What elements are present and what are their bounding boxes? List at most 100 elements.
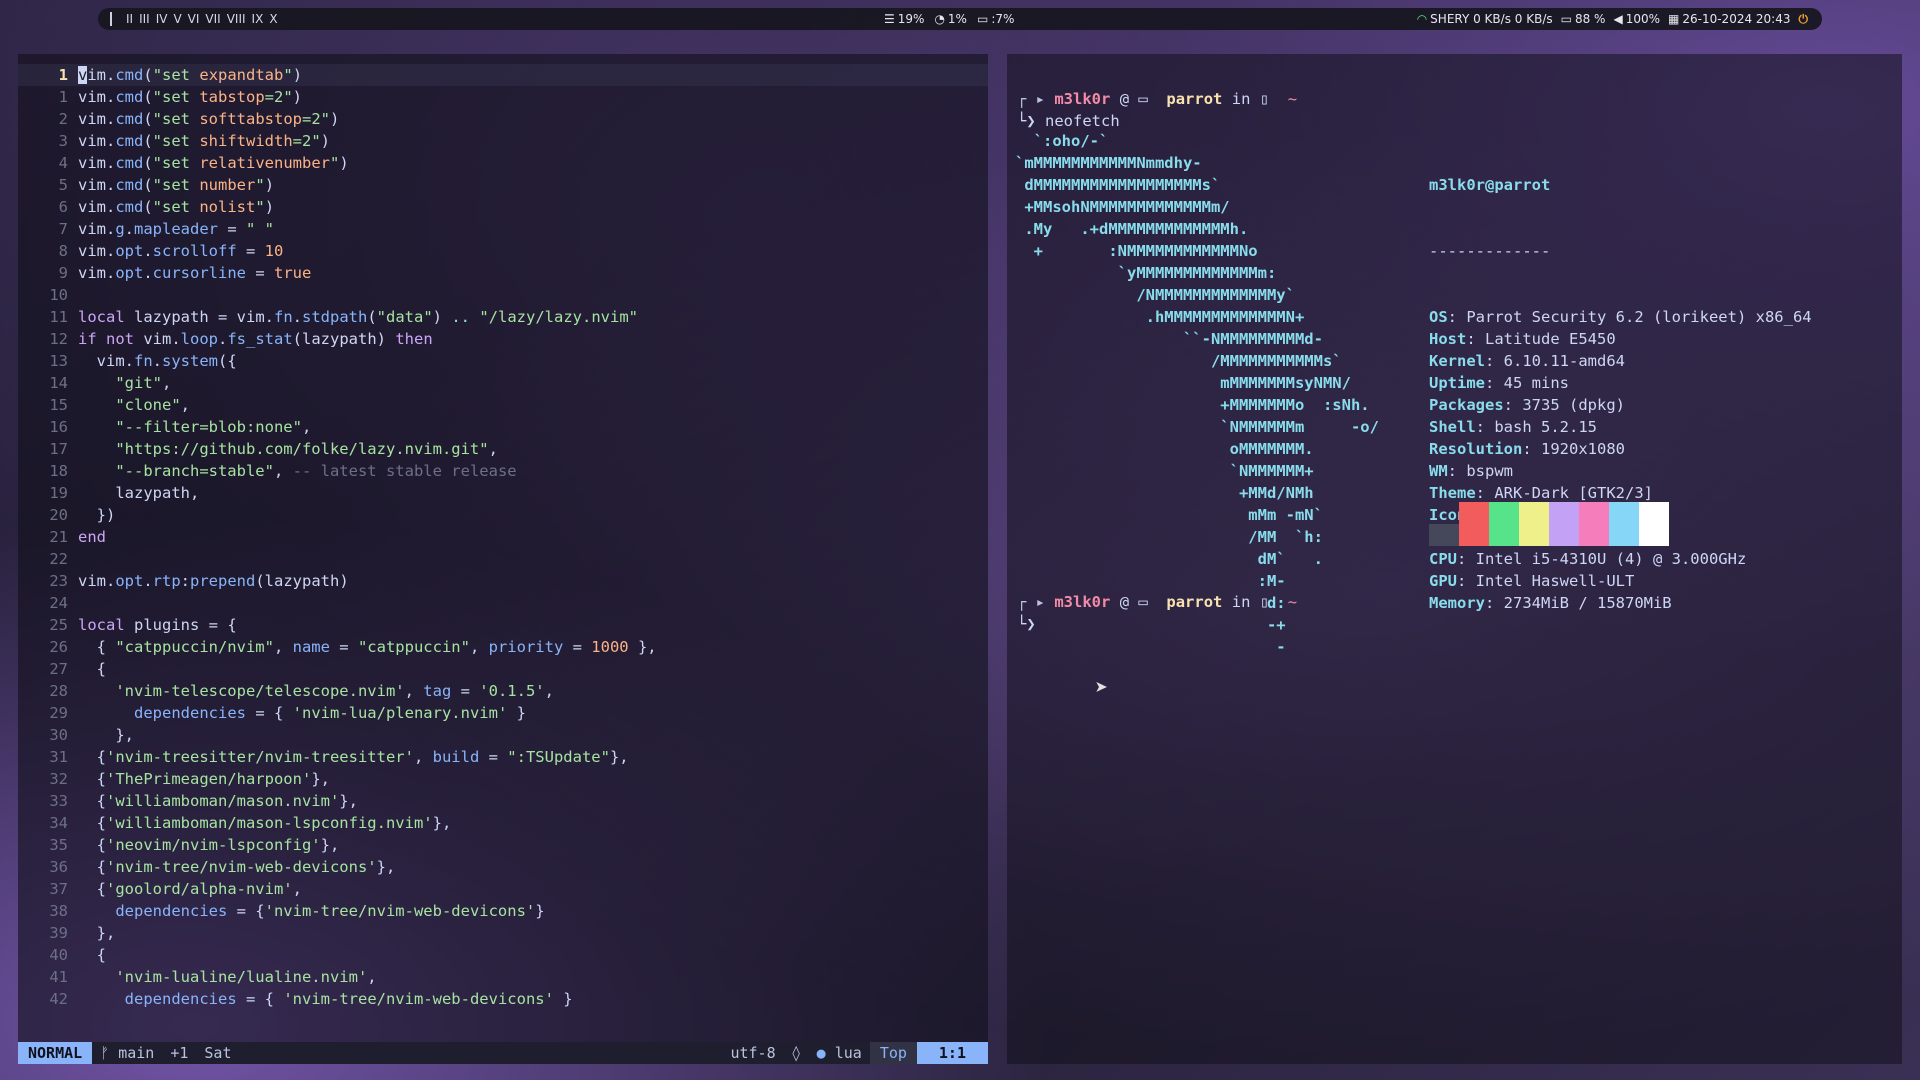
code-line[interactable]: 1 vim.cmd("set expandtab") xyxy=(18,64,988,86)
code-line[interactable]: 35 {'neovim/nvim-lspconfig'}, xyxy=(18,834,988,856)
battery-icon: ▭ xyxy=(1560,12,1572,26)
code-line[interactable]: 32 {'ThePrimeagen/harpoon'}, xyxy=(18,768,988,790)
info-row: OS: Parrot Security 6.2 (lorikeet) x86_6… xyxy=(1429,308,1812,326)
line-number: 34 xyxy=(49,814,68,832)
line-text: }, xyxy=(78,924,116,942)
line-number: 39 xyxy=(49,924,68,942)
code-line[interactable]: 17 "https://github.com/folke/lazy.nvim.g… xyxy=(18,438,988,460)
encoding: utf-8 xyxy=(730,1044,776,1062)
line-number: 8 xyxy=(58,242,68,260)
code-line[interactable]: 21 end xyxy=(18,526,988,548)
workspace-item[interactable]: X xyxy=(269,12,277,26)
code-line[interactable]: 24 xyxy=(18,592,988,614)
code-line[interactable]: 13 vim.fn.system({ xyxy=(18,350,988,372)
palette-swatch xyxy=(1579,502,1609,546)
info-value: 45 mins xyxy=(1503,374,1569,392)
code-line[interactable]: 37 {'goolord/alpha-nvim', xyxy=(18,878,988,900)
laptop-icon: ▭ xyxy=(1138,90,1148,108)
top-bar: II III IV V VI VII VIII IX X ☰ 19% ◔ 1% ▭:… xyxy=(98,8,1822,30)
code-line[interactable]: 2 vim.cmd("set softtabstop=2") xyxy=(18,108,988,130)
code-line[interactable]: 14 "git", xyxy=(18,372,988,394)
workspace-item[interactable]: V xyxy=(173,12,181,26)
code-line[interactable]: 12 if not vim.loop.fs_stat(lazypath) then xyxy=(18,328,988,350)
line-text: local plugins = { xyxy=(78,616,237,634)
code-line[interactable]: 23 vim.opt.rtp:prepend(lazypath) xyxy=(18,570,988,592)
scroll-percent: Top xyxy=(869,1042,917,1064)
code-line[interactable]: 25 local plugins = { xyxy=(18,614,988,636)
code-line[interactable]: 41 'nvim-lualine/lualine.nvim', xyxy=(18,966,988,988)
line-text: "git", xyxy=(115,374,172,392)
line-number: 37 xyxy=(49,880,68,898)
info-row: GPU: Intel Haswell-ULT xyxy=(1429,572,1635,590)
cursor-position: 1:1 xyxy=(916,1042,988,1064)
code-line[interactable]: 3 vim.cmd("set shiftwidth=2") xyxy=(18,130,988,152)
line-number: 5 xyxy=(58,176,68,194)
code-line[interactable]: 27 { xyxy=(18,658,988,680)
code-line[interactable]: 33 {'williamboman/mason.nvim'}, xyxy=(18,790,988,812)
prompt-arrow-icon: └❯ xyxy=(1017,615,1045,633)
code-line[interactable]: 28 'nvim-telescope/telescope.nvim', tag … xyxy=(18,680,988,702)
line-number: 10 xyxy=(49,286,68,304)
neovim-window[interactable]: 1 vim.cmd("set expandtab") 1 vim.cmd("set t… xyxy=(18,54,988,1064)
palette-swatch xyxy=(1639,502,1669,546)
code-line[interactable]: 7 vim.g.mapleader = " " xyxy=(18,218,988,240)
code-line[interactable]: 5 vim.cmd("set number") xyxy=(18,174,988,196)
code-line[interactable]: 20 }) xyxy=(18,504,988,526)
code-line[interactable]: 29 dependencies = { 'nvim-lua/plenary.nv… xyxy=(18,702,988,724)
workspace-item[interactable]: IV xyxy=(156,12,168,26)
workspace-item[interactable]: IX xyxy=(252,12,264,26)
info-key: WM xyxy=(1429,462,1448,480)
line-text: vim.opt.scrolloff = 10 xyxy=(78,242,284,260)
code-line[interactable]: 18 "--branch=stable", -- latest stable r… xyxy=(18,460,988,482)
code-line[interactable]: 8 vim.opt.scrolloff = 10 xyxy=(18,240,988,262)
code-line[interactable]: 22 xyxy=(18,548,988,570)
code-line[interactable]: 11 local lazypath = vim.fn.stdpath("data"… xyxy=(18,306,988,328)
git-diff: +1 xyxy=(170,1044,189,1062)
code-line[interactable]: 1 vim.cmd("set tabstop=2") xyxy=(18,86,988,108)
line-number: 22 xyxy=(49,550,68,568)
workspace-item[interactable]: II xyxy=(126,12,133,26)
shell-prompt-current[interactable]: ┌ ▸ m3lk0r @ ▭ parrot in ▯ ~ └❯ xyxy=(1017,591,1297,635)
code-line[interactable]: 15 "clone", xyxy=(18,394,988,416)
wifi-status[interactable]: ◠ SHERY 0 KB/s 0 KB/s xyxy=(1417,12,1553,26)
volume-status[interactable]: ◀ 100% xyxy=(1613,12,1660,26)
code-line[interactable]: 42 dependencies = { 'nvim-tree/nvim-web-… xyxy=(18,988,988,1010)
code-line[interactable]: 26 { "catppuccin/nvim", name = "catppucc… xyxy=(18,636,988,658)
line-text: 'nvim-telescope/telescope.nvim', tag = '… xyxy=(115,682,554,700)
code-line[interactable]: 38 dependencies = {'nvim-tree/nvim-web-d… xyxy=(18,900,988,922)
code-buffer[interactable]: 1 vim.cmd("set expandtab") 1 vim.cmd("set t… xyxy=(18,64,988,1010)
info-key: GPU xyxy=(1429,572,1457,590)
code-line[interactable]: 4 vim.cmd("set relativenumber") xyxy=(18,152,988,174)
code-line[interactable]: 9 vim.opt.cursorline = true xyxy=(18,262,988,284)
calendar-icon: ▦ xyxy=(1668,12,1680,26)
workspace-item[interactable]: III xyxy=(139,12,150,26)
code-line[interactable]: 30 }, xyxy=(18,724,988,746)
workspace-item[interactable]: VI xyxy=(188,12,200,26)
clock[interactable]: ▦ 26-10-2024 20:43 xyxy=(1668,12,1790,26)
active-workspace-indicator[interactable] xyxy=(110,12,118,26)
power-icon[interactable]: ⏻ xyxy=(1799,12,1809,27)
code-line[interactable]: 16 "--filter=blob:none", xyxy=(18,416,988,438)
code-line[interactable]: 10 xyxy=(18,284,988,306)
code-line[interactable]: 6 vim.cmd("set nolist") xyxy=(18,196,988,218)
wifi-value: SHERY 0 KB/s 0 KB/s xyxy=(1430,12,1553,26)
memory-stat: ☰ 19% xyxy=(884,12,924,26)
workspace-item[interactable]: VIII xyxy=(227,12,246,26)
code-line[interactable]: 39 }, xyxy=(18,922,988,944)
prompt-dir: ~ xyxy=(1287,90,1298,108)
workspace-item[interactable]: VII xyxy=(205,12,220,26)
line-number: 42 xyxy=(49,990,68,1008)
code-line[interactable]: 40 { xyxy=(18,944,988,966)
folder-icon: ▭ xyxy=(976,12,989,26)
code-line[interactable]: 31 {'nvim-treesitter/nvim-treesitter', b… xyxy=(18,746,988,768)
kitty-terminal[interactable]: ┌ ▸ m3lk0r @ ▭ parrot in ▯ ~ └❯ neofetch… xyxy=(1007,54,1902,1064)
code-line[interactable]: 19 lazypath, xyxy=(18,482,988,504)
code-line[interactable]: 36 {'nvim-tree/nvim-web-devicons'}, xyxy=(18,856,988,878)
palette-swatch xyxy=(1549,502,1579,546)
code-line[interactable]: 34 {'williamboman/mason-lspconfig.nvim'}… xyxy=(18,812,988,834)
line-text: dependencies = {'nvim-tree/nvim-web-devi… xyxy=(115,902,545,920)
line-text: "--branch=stable", -- latest stable rele… xyxy=(115,462,517,480)
prompt-host: parrot xyxy=(1166,593,1223,611)
line-text: {'nvim-treesitter/nvim-treesitter', buil… xyxy=(78,748,629,766)
line-text: {'williamboman/mason.nvim'}, xyxy=(78,792,358,810)
